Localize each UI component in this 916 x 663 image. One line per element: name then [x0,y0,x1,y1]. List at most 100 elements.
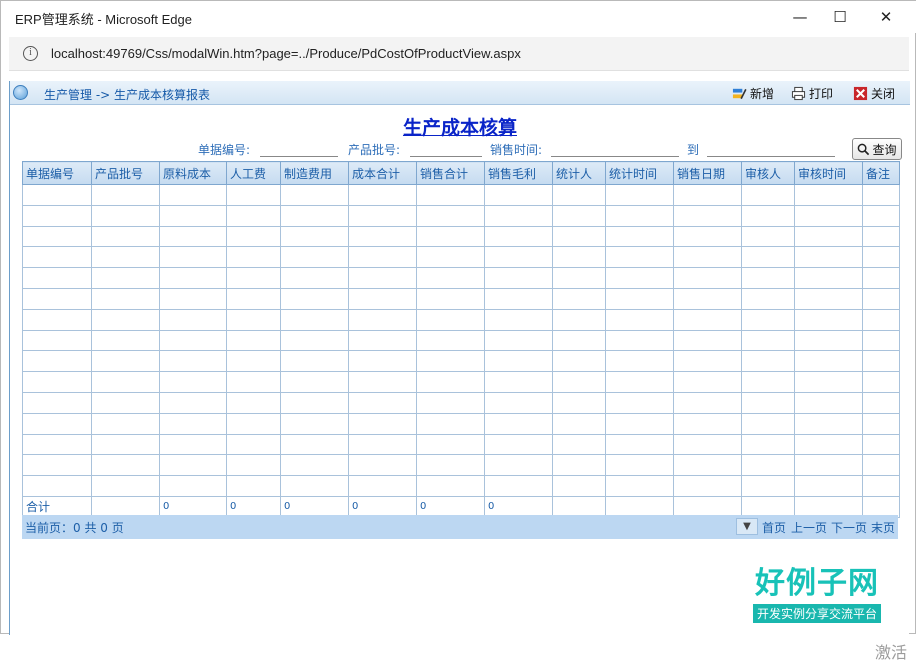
batch-input[interactable] [410,156,482,157]
table-cell [159,329,227,352]
first-page-link[interactable]: 首页 [762,519,786,536]
last-page-link[interactable]: 末页 [871,519,895,536]
table-cell [22,329,92,352]
table-cell [348,329,417,352]
title-bar: ERP管理系统 - Microsoft Edge — ☐ ✕ [1,1,916,33]
table-cell [22,204,92,227]
maximize-button[interactable]: ☐ [817,1,863,33]
table-row[interactable] [22,184,900,206]
nav-back-icon[interactable] [13,85,28,100]
table-row[interactable] [22,287,900,310]
table-cell [91,329,160,352]
table-row[interactable] [22,475,900,497]
query-button[interactable]: 查询 [852,138,902,160]
table-cell [159,350,227,373]
table-row[interactable] [22,204,900,227]
table-row[interactable] [22,412,900,435]
table-cell [862,350,900,373]
close-window-button[interactable]: ✕ [863,1,909,33]
table-cell [348,287,417,310]
table-row[interactable] [22,329,900,352]
table-row[interactable] [22,267,900,289]
table-cell [159,454,227,477]
table-cell [605,225,674,248]
page-dropdown-chevron-icon[interactable]: ▼ [736,518,758,535]
url-text[interactable]: localhost:49769/Css/modalWin.htm?page=..… [51,46,521,61]
table-cell [552,350,606,373]
table-row[interactable] [22,454,900,477]
table-row[interactable] [22,433,900,456]
table-row[interactable] [22,308,900,331]
print-button[interactable]: 打印 [791,85,833,102]
info-icon[interactable]: i [23,46,38,61]
table-cell [741,475,795,497]
table-cell [552,454,606,477]
watermark-slogan: 开发实例分享交流平台 [752,604,881,623]
table-cell [673,329,742,352]
table-cell [22,225,92,248]
add-button[interactable]: 新增 [732,85,774,102]
close-button[interactable]: 关闭 [853,85,895,102]
table-cell [348,350,417,373]
column-header[interactable]: 销售合计 [416,161,485,185]
table-cell [280,433,349,456]
column-header[interactable]: 制造费用 [280,161,349,185]
column-header[interactable]: 单据编号 [22,161,92,185]
table-cell [22,308,92,331]
table-cell [862,391,900,414]
table-cell [91,204,160,227]
doc-no-input[interactable] [260,156,338,157]
printer-icon [791,86,806,101]
watermark-brand: 好例子网 [754,566,879,601]
table-cell [280,391,349,414]
table-cell [22,454,92,477]
table-cell [741,246,795,269]
table-cell [348,204,417,227]
column-header[interactable]: 审核人 [741,161,795,185]
next-page-link[interactable]: 下一页 [831,519,867,536]
table-cell [348,267,417,289]
address-bar[interactable]: i localhost:49769/Css/modalWin.htm?page=… [9,37,909,71]
column-header[interactable]: 统计人 [552,161,606,185]
table-cell [794,246,863,269]
table-cell [416,267,485,289]
table-row[interactable] [22,391,900,414]
column-header[interactable]: 人工费 [226,161,281,185]
column-header[interactable]: 成本合计 [348,161,417,185]
page-content: 生产管理 -> 生产成本核算报表 新增 打印 关闭 生产成本核算 单据编号: 产… [9,81,910,662]
table-cell [552,267,606,289]
table-cell [226,287,281,310]
table-cell [91,454,160,477]
table-cell [226,412,281,435]
table-cell [794,204,863,227]
table-cell [484,391,553,414]
column-header[interactable]: 销售日期 [673,161,742,185]
column-header[interactable]: 销售毛利 [484,161,553,185]
table-cell [22,371,92,393]
table-cell [605,308,674,331]
table-cell [741,267,795,289]
column-header[interactable]: 原料成本 [159,161,227,185]
prev-page-link[interactable]: 上一页 [791,519,827,536]
table-row[interactable] [22,350,900,373]
table-cell [862,329,900,352]
table-row[interactable] [22,225,900,248]
table-row[interactable] [22,371,900,393]
table-cell [226,433,281,456]
column-header[interactable]: 审核时间 [794,161,863,185]
column-header[interactable]: 备注 [862,161,900,185]
sale-time-end-input[interactable] [707,156,835,157]
table-cell [348,308,417,331]
table-cell [605,246,674,269]
table-cell [862,475,900,497]
table-cell [159,433,227,456]
table-cell [673,287,742,310]
column-header[interactable]: 产品批号 [91,161,160,185]
column-header[interactable]: 统计时间 [605,161,674,185]
table-cell [280,225,349,248]
table-cell [673,454,742,477]
sale-time-start-input[interactable] [551,156,679,157]
table-row[interactable] [22,246,900,269]
table-cell [226,204,281,227]
table-cell [91,225,160,248]
